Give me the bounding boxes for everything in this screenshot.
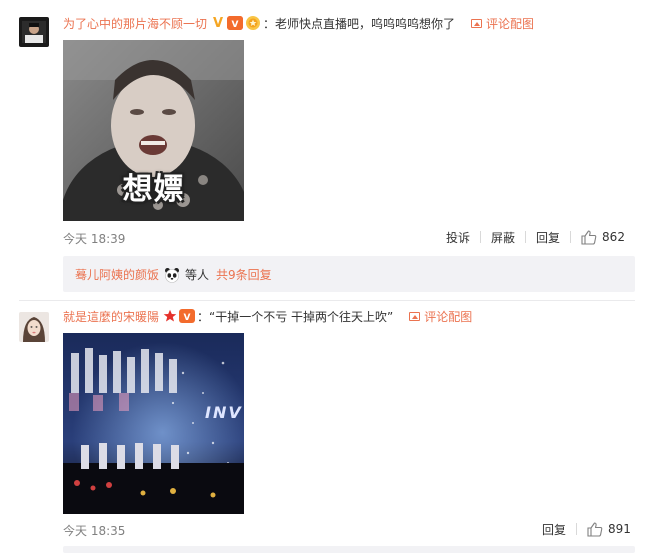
comment-image[interactable]: INV	[63, 333, 244, 514]
block-button[interactable]: 屏蔽	[491, 229, 515, 246]
picture-link-label: 评论配图	[486, 16, 535, 31]
like-count: 862	[602, 230, 625, 244]
divider	[570, 231, 572, 243]
reply-summary-mid: 等人	[185, 268, 210, 282]
medal-icon	[245, 15, 261, 31]
divider	[480, 231, 482, 243]
divider	[576, 523, 578, 535]
image-caption: 想嫖	[122, 172, 185, 207]
picture-icon	[409, 311, 421, 321]
view-replies-link[interactable]: 共9条回复	[216, 266, 272, 283]
reply-button[interactable]: 回复	[536, 229, 560, 246]
comment-image[interactable]: 想嫖	[63, 40, 244, 221]
reply-summary-username[interactable]: 蓦儿阿姨的颜饭	[75, 266, 159, 283]
svg-text:V: V	[232, 20, 239, 30]
avatar[interactable]	[19, 312, 49, 342]
comment-username[interactable]: 为了心中的那片海不顾一切	[63, 15, 207, 32]
comment-picture-link[interactable]: 评论配图	[471, 15, 534, 32]
report-button[interactable]: 投诉	[446, 229, 470, 246]
picture-icon	[471, 18, 483, 28]
svg-text:V: V	[184, 313, 191, 323]
comment-picture-link[interactable]: 评论配图	[409, 308, 472, 325]
like-button[interactable]: 862	[581, 229, 625, 245]
comment-divider	[19, 300, 635, 301]
reply-summary-box[interactable]: 蓦儿阿姨的颜饭 等人 共9条回复	[63, 256, 635, 292]
comment-text: ：老师快点直播吧，呜呜呜呜想你了	[263, 16, 456, 31]
comment-time: 今天 18:35	[63, 524, 126, 538]
vip-badge-icon: V	[179, 309, 196, 323]
panda-emoji-icon	[164, 267, 180, 283]
star-badge-icon	[163, 309, 177, 323]
thumbs-up-icon	[587, 521, 603, 537]
thumbs-up-icon	[581, 229, 597, 245]
image-overlay-text: INV	[205, 403, 243, 422]
picture-link-label: 评论配图	[424, 309, 473, 324]
badge-icon: V	[212, 15, 224, 31]
vip-badge-icon: V	[227, 16, 244, 30]
comment-time: 今天 18:39	[63, 232, 126, 246]
like-count: 891	[608, 522, 631, 536]
reply-summary-box	[63, 546, 635, 553]
avatar[interactable]	[19, 17, 49, 47]
comment-text: ：“干掉一个不亏 干掉两个往天上吹”	[197, 309, 394, 324]
reply-button[interactable]: 回复	[542, 521, 566, 538]
like-button[interactable]: 891	[587, 521, 631, 537]
comment-username[interactable]: 就是這麼的宋暖陽	[63, 308, 159, 325]
divider	[525, 231, 527, 243]
